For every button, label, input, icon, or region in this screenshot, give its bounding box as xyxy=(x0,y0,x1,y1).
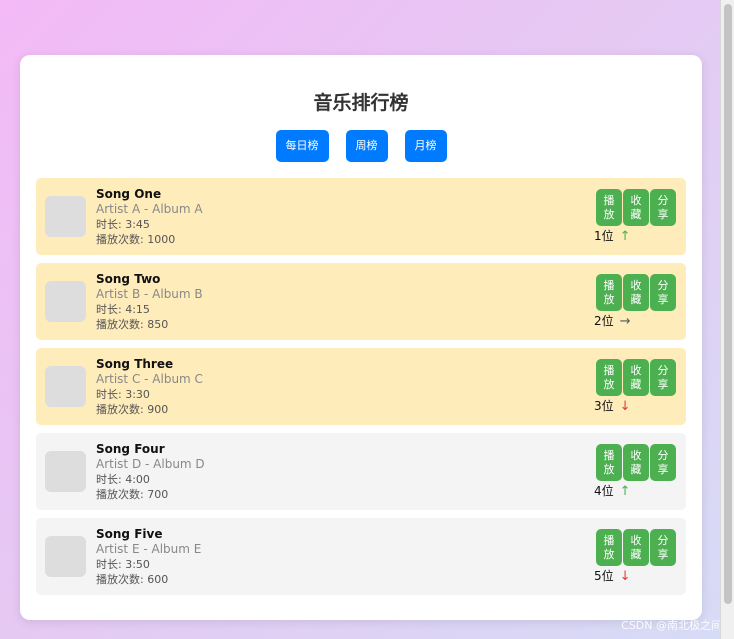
song-name: Song Two xyxy=(96,272,161,286)
artist-album: Artist B - Album B xyxy=(96,287,203,301)
artist-album: Artist C - Album C xyxy=(96,372,203,386)
favorite-button[interactable]: 收藏 xyxy=(623,444,649,481)
rank-position: 5位 xyxy=(594,569,614,583)
trend-down-icon: ↓ xyxy=(619,569,631,584)
trend-up-icon: ↑ xyxy=(619,229,631,244)
artist-album: Artist A - Album A xyxy=(96,202,203,216)
song-row: Song Three Artist C - Album C 时长: 3:30 播… xyxy=(36,348,686,425)
song-name: Song One xyxy=(96,187,162,201)
tab-weekly[interactable]: 周榜 xyxy=(345,130,388,162)
share-button[interactable]: 分享 xyxy=(650,359,676,396)
song-info: Song Three Artist C - Album C 时长: 3:30 播… xyxy=(96,357,203,417)
song-actions: 播放 收藏 分享 xyxy=(596,274,676,311)
album-cover xyxy=(45,281,86,322)
favorite-button[interactable]: 收藏 xyxy=(623,189,649,226)
rank-position: 1位 xyxy=(594,229,614,243)
album-cover xyxy=(45,536,86,577)
play-count: 播放次数: 600 xyxy=(96,573,169,586)
rank-position: 3位 xyxy=(594,399,614,413)
song-name: Song Three xyxy=(96,357,174,371)
play-count: 播放次数: 1000 xyxy=(96,233,176,246)
tab-monthly[interactable]: 月榜 xyxy=(404,130,447,162)
rank-indicator: 4位 ↑ xyxy=(594,483,631,500)
trend-up-icon: ↑ xyxy=(619,484,631,499)
song-duration: 时长: 3:50 xyxy=(96,558,150,571)
song-row: Song One Artist A - Album A 时长: 3:45 播放次… xyxy=(36,178,686,255)
song-row: Song Five Artist E - Album E 时长: 3:50 播放… xyxy=(36,518,686,595)
song-info: Song Two Artist B - Album B 时长: 4:15 播放次… xyxy=(96,272,203,332)
share-button[interactable]: 分享 xyxy=(650,444,676,481)
rank-indicator: 5位 ↓ xyxy=(594,568,631,585)
tab-daily[interactable]: 每日榜 xyxy=(275,130,329,162)
trend-down-icon: ↓ xyxy=(619,399,631,414)
page-title: 音乐排行榜 xyxy=(313,92,409,114)
song-duration: 时长: 3:45 xyxy=(96,218,150,231)
favorite-button[interactable]: 收藏 xyxy=(623,359,649,396)
album-cover xyxy=(45,366,86,407)
song-duration: 时长: 4:00 xyxy=(96,473,150,486)
play-button[interactable]: 播放 xyxy=(596,359,622,396)
song-actions: 播放 收藏 分享 xyxy=(596,529,676,566)
favorite-button[interactable]: 收藏 xyxy=(623,274,649,311)
favorite-button[interactable]: 收藏 xyxy=(623,529,649,566)
song-name: Song Five xyxy=(96,527,163,541)
play-button[interactable]: 播放 xyxy=(596,529,622,566)
song-row: Song Four Artist D - Album D 时长: 4:00 播放… xyxy=(36,433,686,510)
scrollbar-thumb[interactable] xyxy=(724,4,732,604)
play-button[interactable]: 播放 xyxy=(596,189,622,226)
song-info: Song Five Artist E - Album E 时长: 3:50 播放… xyxy=(96,527,201,587)
play-button[interactable]: 播放 xyxy=(596,444,622,481)
song-info: Song One Artist A - Album A 时长: 3:45 播放次… xyxy=(96,187,203,247)
song-actions: 播放 收藏 分享 xyxy=(596,189,676,226)
play-count: 播放次数: 850 xyxy=(96,318,169,331)
trend-flat-icon: → xyxy=(619,314,631,329)
watermark: CSDN @南北极之间 xyxy=(621,619,722,632)
rank-indicator: 2位 → xyxy=(594,313,631,330)
artist-album: Artist E - Album E xyxy=(96,542,202,556)
share-button[interactable]: 分享 xyxy=(650,274,676,311)
song-list: Song One Artist A - Album A 时长: 3:45 播放次… xyxy=(36,178,686,595)
artist-album: Artist D - Album D xyxy=(96,457,205,471)
share-button[interactable]: 分享 xyxy=(650,529,676,566)
album-cover xyxy=(45,196,86,237)
play-count: 播放次数: 900 xyxy=(96,403,169,416)
song-name: Song Four xyxy=(96,442,165,456)
song-info: Song Four Artist D - Album D 时长: 4:00 播放… xyxy=(96,442,205,502)
album-cover xyxy=(45,451,86,492)
song-duration: 时长: 3:30 xyxy=(96,388,150,401)
rank-indicator: 1位 ↑ xyxy=(594,228,631,245)
play-button[interactable]: 播放 xyxy=(596,274,622,311)
play-count: 播放次数: 700 xyxy=(96,488,169,501)
song-actions: 播放 收藏 分享 xyxy=(596,359,676,396)
song-actions: 播放 收藏 分享 xyxy=(596,444,676,481)
rank-position: 4位 xyxy=(594,484,614,498)
song-row: Song Two Artist B - Album B 时长: 4:15 播放次… xyxy=(36,263,686,340)
rank-indicator: 3位 ↓ xyxy=(594,398,631,415)
scrollbar[interactable] xyxy=(720,0,734,639)
ranking-card: 音乐排行榜 每日榜 周榜 月榜 Song One Artist A - Albu… xyxy=(20,55,702,620)
rank-position: 2位 xyxy=(594,314,614,328)
ranking-tabs: 每日榜 周榜 月榜 xyxy=(36,130,686,162)
share-button[interactable]: 分享 xyxy=(650,189,676,226)
song-duration: 时长: 4:15 xyxy=(96,303,150,316)
